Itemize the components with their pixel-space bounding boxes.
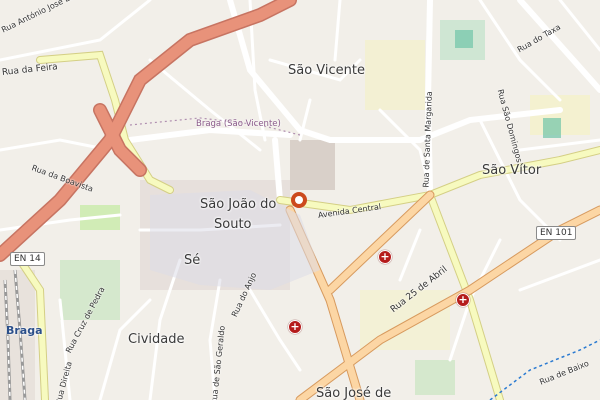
- area-label-braga-sao-vicente: Braga (São Vicente): [196, 119, 281, 129]
- road-shield-en14: EN 14: [10, 252, 45, 266]
- hospital-icon[interactable]: +: [378, 250, 392, 264]
- district-label-cividade: Cividade: [128, 332, 185, 347]
- map-base-layer: [0, 0, 600, 400]
- map-view[interactable]: São Vicente São Vítor São João do Souto …: [0, 0, 600, 400]
- road-shield-en101: EN 101: [536, 226, 577, 240]
- hospital-icon[interactable]: +: [456, 293, 470, 307]
- district-label-se: Sé: [184, 253, 201, 268]
- district-label-sao-vicente: São Vicente: [288, 63, 366, 78]
- district-label-sao-jose-de: São José de: [316, 386, 392, 400]
- district-label-sao-vitor: São Vítor: [482, 163, 542, 178]
- district-label-souto: Souto: [214, 217, 252, 232]
- city-label-braga: Braga: [6, 324, 43, 337]
- hospital-icon[interactable]: +: [288, 320, 302, 334]
- district-label-sao-joao-do: São João do: [200, 197, 277, 212]
